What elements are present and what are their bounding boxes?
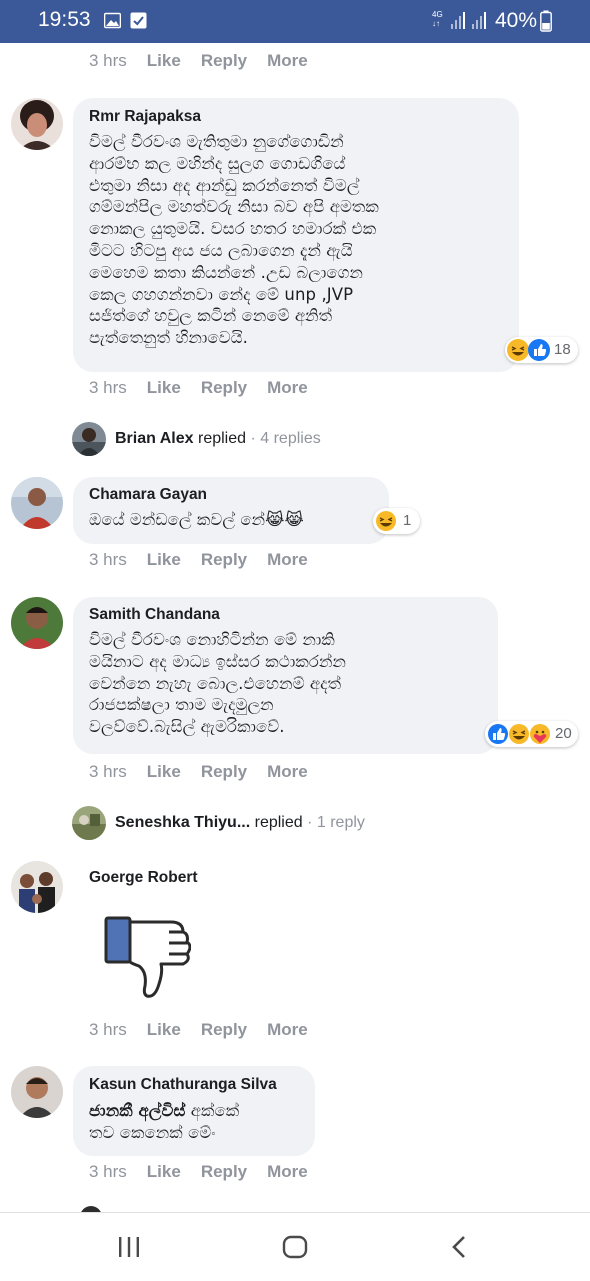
- comment-actions: 3 hrs Like Reply More: [89, 762, 328, 782]
- avatar[interactable]: [11, 597, 63, 649]
- more-button[interactable]: More: [267, 1020, 308, 1039]
- like-button[interactable]: Like: [147, 550, 181, 569]
- avatar-image: [11, 1066, 63, 1118]
- commenter-name[interactable]: Samith Chandana: [89, 606, 220, 624]
- signal-icon-2: [472, 12, 486, 29]
- comment-text: ඔයේ මන්ඩලේ කවල් නේ😹😹: [89, 510, 304, 529]
- signal-icon: [451, 12, 465, 29]
- comment-time: 3 hrs: [89, 550, 127, 569]
- reaction-count: 20: [555, 725, 572, 742]
- comment-time: 3 hrs: [89, 1020, 127, 1039]
- haha-reaction-icon: [507, 339, 529, 361]
- avatar[interactable]: [11, 477, 63, 529]
- haha-reaction-icon: [508, 723, 530, 745]
- avatar-image: [72, 806, 106, 840]
- reply-button[interactable]: Reply: [201, 378, 247, 397]
- more-button[interactable]: More: [267, 762, 308, 781]
- gallery-icon: [104, 12, 121, 29]
- more-button[interactable]: More: [267, 550, 308, 569]
- reply-avatar[interactable]: [72, 422, 106, 456]
- avatar-image: [72, 422, 106, 456]
- status-bar: 19:53 4G ↓↑ 40%: [0, 0, 590, 43]
- avatar[interactable]: [11, 861, 63, 913]
- reply-count: · 4 replies: [250, 430, 321, 447]
- recent-apps-icon[interactable]: [117, 1236, 141, 1258]
- comment-text: විමල් වීරවංශ මැතිතුමා නුගේගොඩින් ආරම්භ ක…: [89, 132, 379, 348]
- comment-time: 3 hrs: [89, 378, 127, 397]
- avatar-image: [11, 597, 63, 649]
- like-button[interactable]: Like: [147, 378, 181, 397]
- comment-actions: 3 hrs Like Reply More: [89, 1162, 328, 1182]
- system-nav-bar: [0, 1212, 590, 1281]
- like-reaction-icon: [528, 339, 550, 361]
- battery-percent: 40%: [495, 9, 538, 32]
- like-reaction-icon: [487, 723, 509, 745]
- reply-author: Seneshka Thiyu...: [115, 814, 251, 831]
- avatar-image: [11, 477, 63, 529]
- commenter-name[interactable]: Chamara Gayan: [89, 486, 207, 504]
- reply-button[interactable]: Reply: [201, 1020, 247, 1039]
- reaction-summary[interactable]: 1: [373, 508, 420, 534]
- comment-actions: 3 hrs Like Reply More: [89, 378, 328, 398]
- status-time: 19:53: [38, 8, 91, 31]
- more-button[interactable]: More: [267, 1162, 308, 1181]
- commenter-name[interactable]: Kasun Chathuranga Silva: [89, 1076, 277, 1094]
- like-button[interactable]: Like: [147, 51, 181, 70]
- more-button[interactable]: More: [267, 51, 308, 70]
- reply-avatar[interactable]: [72, 806, 106, 840]
- reply-button[interactable]: Reply: [201, 550, 247, 569]
- comment-actions: 3 hrs Like Reply More: [89, 550, 328, 570]
- more-button[interactable]: More: [267, 378, 308, 397]
- network-indicator: 4G ↓↑: [432, 10, 443, 28]
- tagged-name[interactable]: ජානකී අල්විස්: [89, 1101, 185, 1120]
- comment-text: ජානකී අල්විස් අක්කේ තව කෙනෙක් මේං: [89, 1100, 311, 1144]
- comment-time: 3 hrs: [89, 51, 127, 70]
- commenter-name[interactable]: Goerge Robert: [89, 869, 198, 887]
- reply-count: · 1 reply: [307, 814, 365, 831]
- comment-time: 3 hrs: [89, 762, 127, 781]
- check-notification-icon: [130, 12, 147, 29]
- comment-actions-top: 3 hrs Like Reply More: [89, 51, 328, 71]
- home-icon[interactable]: [282, 1235, 308, 1259]
- replied-label: replied: [254, 814, 303, 831]
- like-button[interactable]: Like: [147, 1020, 181, 1039]
- back-icon[interactable]: [450, 1234, 468, 1260]
- battery-icon: [540, 10, 552, 32]
- avatar[interactable]: [11, 98, 63, 150]
- reaction-count: 18: [554, 341, 571, 358]
- reaction-count: 1: [403, 512, 412, 529]
- reaction-summary[interactable]: 20: [485, 721, 578, 747]
- dislike-thumb-sticker: [104, 916, 191, 998]
- reply-thread-link[interactable]: Seneshka Thiyu... replied · 1 reply: [115, 814, 365, 832]
- care-reaction-icon: [529, 723, 551, 745]
- reaction-summary[interactable]: 18: [505, 337, 578, 363]
- replied-label: replied: [198, 430, 247, 447]
- reply-button[interactable]: Reply: [201, 51, 247, 70]
- like-button[interactable]: Like: [147, 762, 181, 781]
- like-button[interactable]: Like: [147, 1162, 181, 1181]
- commenter-name[interactable]: Rmr Rajapaksa: [89, 108, 201, 126]
- haha-reaction-icon: [375, 510, 397, 532]
- avatar-image: [11, 861, 63, 913]
- comment-text: විමල් වීරවංශ නොහිටින්න මේ නාකි මයිනාට අද…: [89, 630, 346, 737]
- reply-button[interactable]: Reply: [201, 762, 247, 781]
- avatar[interactable]: [11, 1066, 63, 1118]
- reply-author: Brian Alex: [115, 430, 194, 447]
- avatar-image: [11, 98, 63, 150]
- reply-thread-link[interactable]: Brian Alex replied · 4 replies: [115, 430, 321, 448]
- reply-button[interactable]: Reply: [201, 1162, 247, 1181]
- comment-time: 3 hrs: [89, 1162, 127, 1181]
- comment-actions: 3 hrs Like Reply More: [89, 1020, 328, 1040]
